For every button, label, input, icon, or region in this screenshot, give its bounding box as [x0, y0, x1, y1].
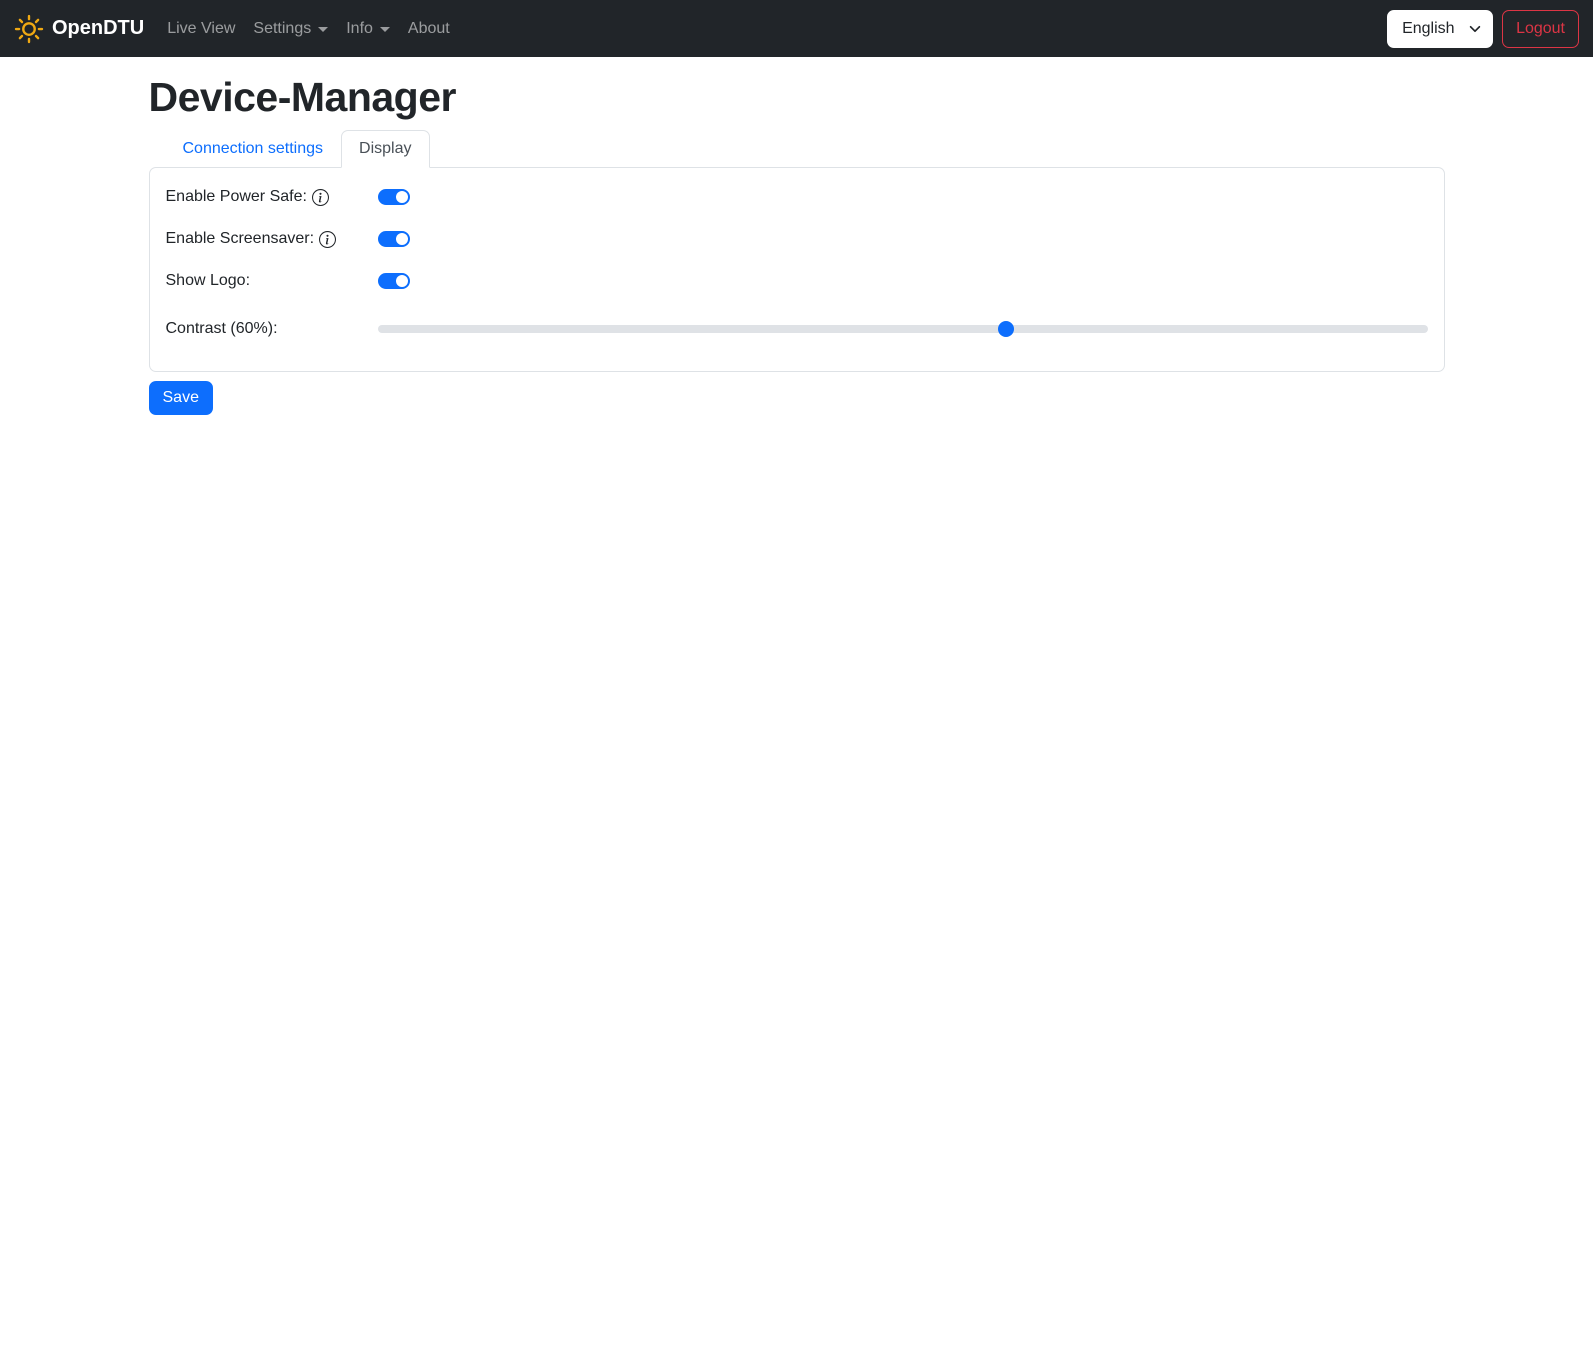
field-label: Show Logo:: [165, 272, 251, 289]
form-row-enable-power-safe: Enable Power Safe:: [166, 185, 1428, 209]
form-row-contrast: Contrast (60%):: [166, 317, 1428, 341]
language-select[interactable]: English: [1387, 9, 1494, 48]
show-logo-toggle[interactable]: [377, 273, 410, 289]
info-circle-icon[interactable]: [319, 230, 337, 248]
switch-knob: [395, 191, 408, 203]
navbar-left: OpenDTU Live View Settings Info About: [14, 12, 459, 46]
field-control: [377, 273, 1428, 289]
tab-bar: Connection settings Display: [165, 130, 1445, 168]
field-label: Enable Power Safe:: [165, 188, 307, 205]
field-label-group: Enable Power Safe:: [166, 185, 378, 209]
field-label: Enable Screensaver:: [165, 230, 315, 247]
enable-screensaver-toggle[interactable]: [377, 231, 410, 247]
field-label-group: Show Logo:: [166, 269, 378, 293]
nav-item-info[interactable]: Info: [337, 12, 399, 46]
switch-knob: [395, 275, 408, 287]
switch-knob: [395, 233, 408, 245]
enable-power-safe-toggle[interactable]: [377, 189, 410, 205]
info-circle-icon[interactable]: [311, 188, 329, 206]
nav-item-settings[interactable]: Settings: [244, 12, 337, 46]
form-row-show-logo: Show Logo:: [166, 269, 1428, 293]
contrast-slider[interactable]: [377, 321, 1428, 337]
page-title: Device-Manager: [148, 74, 457, 120]
display-settings-card: Enable Power Safe: Enable Screensaver: S…: [148, 167, 1445, 372]
nav-item-about[interactable]: About: [399, 12, 459, 46]
form-row-enable-screensaver: Enable Screensaver:: [166, 227, 1428, 251]
nav-item-live-view[interactable]: Live View: [158, 12, 244, 46]
nav-item-label: Settings: [253, 19, 312, 37]
field-label: Contrast (60%):: [165, 320, 278, 337]
logout-button[interactable]: Logout: [1502, 9, 1579, 48]
save-button[interactable]: Save: [148, 381, 213, 415]
field-control: [377, 321, 1428, 337]
brand-link[interactable]: OpenDTU: [14, 14, 144, 44]
tab-connection-settings[interactable]: Connection settings: [165, 130, 342, 168]
main-content: Device-Manager Connection settings Displ…: [137, 74, 1457, 415]
field-label-group: Enable Screensaver:: [166, 227, 378, 251]
tab-display[interactable]: Display: [341, 130, 430, 168]
sun-icon: [14, 14, 44, 44]
chevron-down-icon: [318, 27, 329, 32]
field-control: [377, 189, 1428, 205]
nav-item-label: Info: [346, 19, 373, 37]
nav-item-label: About: [407, 19, 450, 37]
nav-item-label: Live View: [167, 19, 236, 37]
field-label-group: Contrast (60%):: [166, 317, 378, 341]
field-control: [377, 231, 1428, 247]
language-select-wrap: English: [1387, 9, 1494, 48]
navbar: OpenDTU Live View Settings Info About En…: [0, 0, 1593, 57]
navbar-right: English Logout: [1387, 9, 1579, 48]
brand-label: OpenDTU: [52, 17, 145, 39]
chevron-down-icon: [379, 27, 390, 32]
